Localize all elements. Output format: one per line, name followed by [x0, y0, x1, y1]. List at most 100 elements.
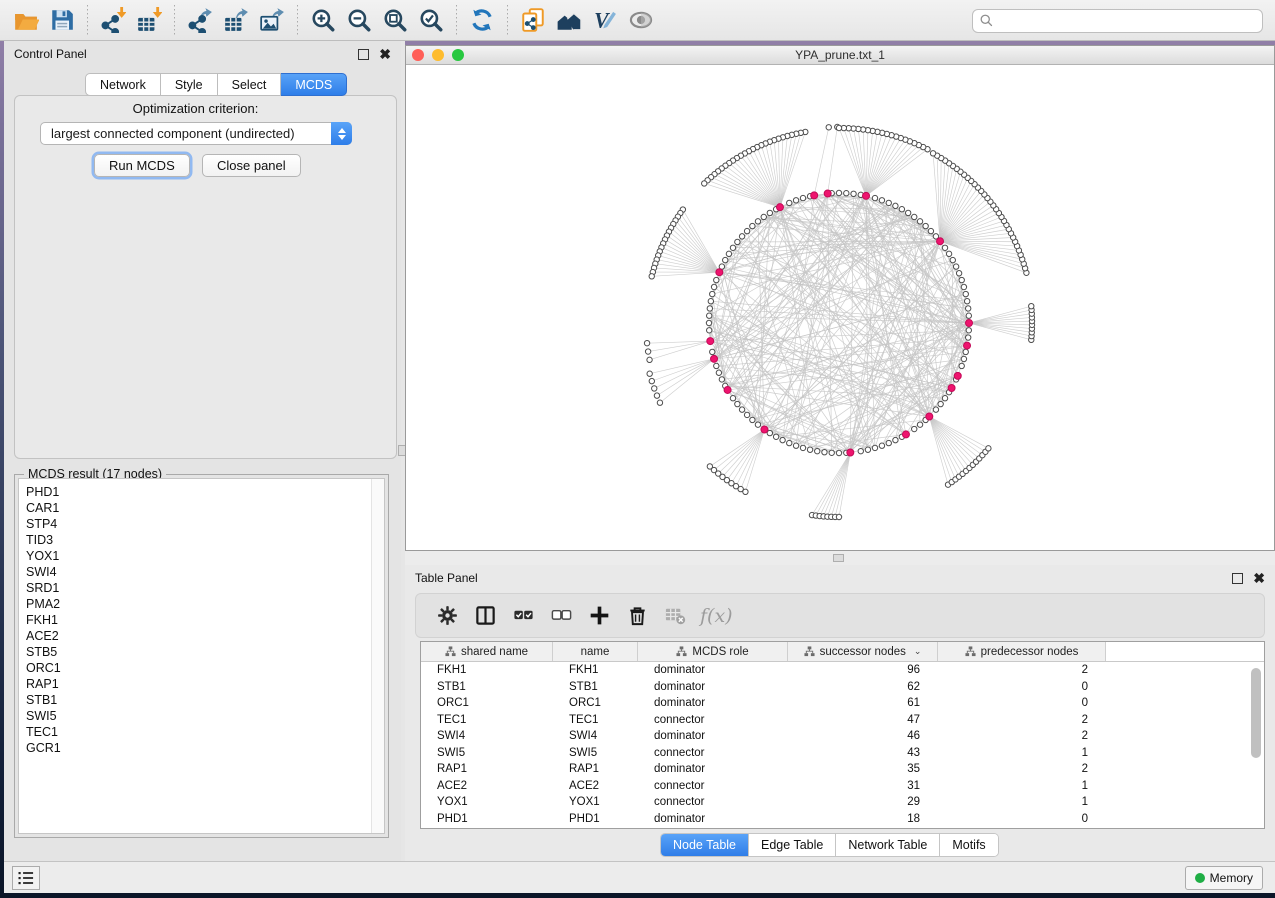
table-cell[interactable]: connector — [638, 712, 788, 729]
graph-node[interactable] — [893, 437, 898, 442]
save-session-button[interactable] — [45, 3, 79, 37]
graph-node[interactable] — [961, 284, 966, 289]
table-row[interactable]: STB1STB1dominator620 — [421, 679, 1264, 696]
graph-node[interactable] — [719, 377, 724, 382]
graph-node[interactable] — [710, 349, 715, 354]
graph-node[interactable] — [950, 257, 955, 262]
graph-node[interactable] — [961, 356, 966, 361]
graph-node[interactable] — [710, 291, 715, 296]
graph-node[interactable] — [793, 443, 798, 448]
table-cell[interactable]: 0 — [938, 679, 1106, 696]
graph-node[interactable] — [730, 396, 735, 401]
graph-leaf-node[interactable] — [836, 125, 841, 130]
table-cell[interactable]: 2 — [938, 761, 1106, 778]
network-window-titlebar[interactable]: YPA_prune.txt_1 — [406, 46, 1274, 65]
graph-node[interactable] — [707, 306, 712, 311]
table-row[interactable]: SWI5SWI5connector431 — [421, 745, 1264, 762]
mcds-result-item[interactable]: SWI5 — [19, 708, 384, 724]
deselect-all-button[interactable] — [544, 599, 578, 633]
column-header-name[interactable]: name — [553, 642, 638, 661]
graph-node[interactable] — [761, 214, 766, 219]
graph-leaf-node[interactable] — [654, 393, 659, 398]
graph-node[interactable] — [730, 245, 735, 250]
delete-button[interactable] — [620, 599, 654, 633]
graph-node[interactable] — [750, 223, 755, 228]
graph-node[interactable] — [953, 264, 958, 269]
tab-node-table[interactable]: Node Table — [661, 834, 749, 856]
graph-node[interactable] — [844, 191, 849, 196]
select-all-button[interactable] — [506, 599, 540, 633]
column-header-successor-nodes[interactable]: successor nodes⌄ — [788, 642, 938, 661]
close-panel-icon[interactable]: ✖ — [379, 49, 391, 60]
graph-hub-node[interactable] — [926, 413, 933, 420]
optimization-criterion-select[interactable]: largest connected component (undirected) — [40, 122, 352, 145]
graph-node[interactable] — [928, 228, 933, 233]
graph-node[interactable] — [726, 251, 731, 256]
graph-node[interactable] — [807, 447, 812, 452]
graph-leaf-node[interactable] — [702, 181, 707, 186]
graph-node[interactable] — [886, 200, 891, 205]
zoom-fit-button[interactable] — [378, 3, 412, 37]
mcds-result-item[interactable]: STB5 — [19, 644, 384, 660]
add-button[interactable] — [582, 599, 616, 633]
function-builder-button[interactable]: f(x) — [700, 605, 733, 627]
graph-leaf-node[interactable] — [649, 378, 654, 383]
import-network-button[interactable] — [96, 3, 130, 37]
graph-node[interactable] — [739, 407, 744, 412]
graph-node[interactable] — [716, 370, 721, 375]
table-scrollbar[interactable] — [1251, 666, 1262, 826]
table-cell[interactable]: STB1 — [553, 679, 638, 696]
mcds-result-item[interactable]: TEC1 — [19, 724, 384, 740]
close-panel-icon[interactable]: ✖ — [1253, 573, 1265, 584]
graph-hub-node[interactable] — [724, 386, 731, 393]
network-home-button[interactable] — [552, 3, 586, 37]
table-cell[interactable]: 1 — [938, 778, 1106, 795]
column-header-shared-name[interactable]: shared name — [421, 642, 553, 661]
graph-node[interactable] — [965, 306, 970, 311]
network-graph-canvas[interactable] — [406, 65, 1274, 550]
graph-node[interactable] — [755, 219, 760, 224]
show-hide-graphics-button[interactable] — [624, 3, 658, 37]
table-cell[interactable]: 35 — [788, 761, 938, 778]
table-cell[interactable]: dominator — [638, 761, 788, 778]
graph-hub-node[interactable] — [863, 192, 870, 199]
graph-leaf-node[interactable] — [649, 274, 654, 279]
tab-edge-table[interactable]: Edge Table — [749, 834, 836, 856]
graph-node[interactable] — [899, 207, 904, 212]
graph-node[interactable] — [735, 239, 740, 244]
table-row[interactable]: PHD1PHD1dominator180 — [421, 811, 1264, 828]
tab-network[interactable]: Network — [85, 73, 161, 96]
mcds-result-item[interactable]: PMA2 — [19, 596, 384, 612]
tab-mcds[interactable]: MCDS — [281, 73, 347, 96]
graph-node[interactable] — [858, 448, 863, 453]
mcds-result-item[interactable]: STP4 — [19, 516, 384, 532]
graph-node[interactable] — [917, 422, 922, 427]
mcds-result-item[interactable]: ORC1 — [19, 660, 384, 676]
table-scrollbar-thumb[interactable] — [1251, 668, 1261, 758]
table-cell[interactable]: 31 — [788, 778, 938, 795]
table-cell[interactable]: 46 — [788, 728, 938, 745]
table-cell[interactable]: 1 — [938, 794, 1106, 811]
graph-node[interactable] — [963, 291, 968, 296]
table-cell[interactable]: dominator — [638, 679, 788, 696]
table-cell[interactable]: 1 — [938, 745, 1106, 762]
export-table-button[interactable] — [219, 3, 253, 37]
graph-node[interactable] — [815, 448, 820, 453]
graph-node[interactable] — [787, 440, 792, 445]
table-cell[interactable]: connector — [638, 794, 788, 811]
graph-node[interactable] — [912, 426, 917, 431]
graph-node[interactable] — [793, 198, 798, 203]
graph-hub-node[interactable] — [707, 338, 714, 345]
graph-leaf-node[interactable] — [826, 125, 831, 130]
table-row[interactable]: ORC1ORC1dominator610 — [421, 695, 1264, 712]
graph-node[interactable] — [963, 349, 968, 354]
split-panel-button[interactable] — [468, 599, 502, 633]
graph-node[interactable] — [714, 277, 719, 282]
graph-hub-node[interactable] — [948, 385, 955, 392]
mcds-list-scrollbar[interactable] — [371, 479, 384, 833]
run-mcds-button[interactable]: Run MCDS — [94, 154, 190, 177]
table-cell[interactable]: SWI5 — [421, 745, 553, 762]
graph-node[interactable] — [707, 313, 712, 318]
graph-node[interactable] — [800, 445, 805, 450]
graph-leaf-node[interactable] — [645, 349, 650, 354]
